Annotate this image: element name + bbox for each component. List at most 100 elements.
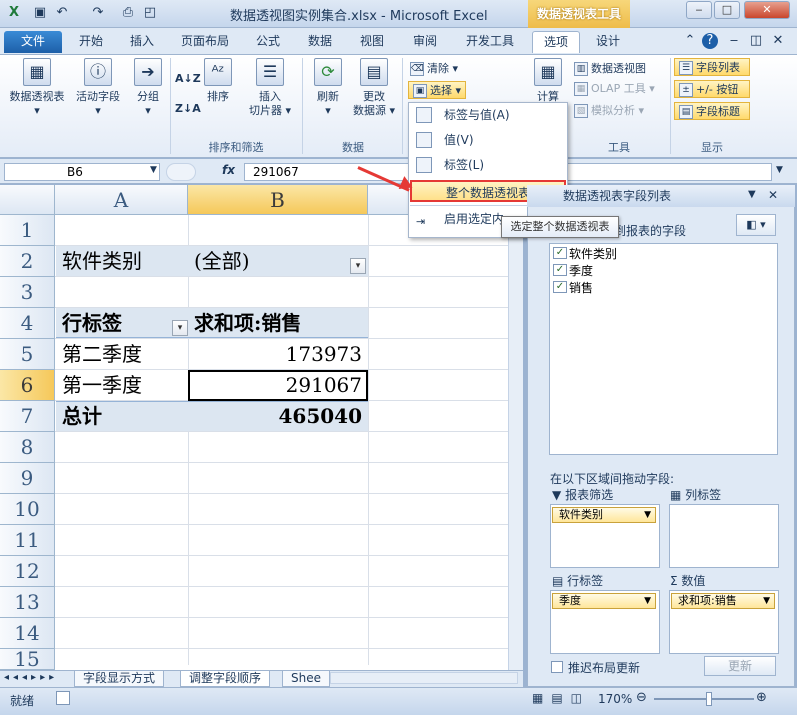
select-all-corner[interactable] xyxy=(0,185,55,215)
chevron-up-icon[interactable]: ⌃ xyxy=(682,33,698,49)
layout-options-button[interactable]: ◧ ▾ xyxy=(736,214,776,236)
group-button[interactable]: ➔ 分组 ▾ xyxy=(128,58,168,118)
undo-icon[interactable]: ↶ xyxy=(54,5,70,21)
excel-logo-icon: X xyxy=(8,5,20,20)
pivot-chart-button[interactable]: ▥ 数据透视图 xyxy=(574,60,646,78)
zoom-slider-thumb[interactable] xyxy=(706,692,712,706)
row-header-14[interactable]: 14 xyxy=(0,618,55,649)
tab-review[interactable]: 审阅 xyxy=(400,31,450,53)
name-box[interactable]: B6 xyxy=(4,163,160,181)
checkbox-quarter[interactable]: ✓ xyxy=(553,264,567,276)
row-labels-dropdown-button[interactable]: ▾ xyxy=(172,320,188,336)
zoom-out-icon[interactable]: ⊖ xyxy=(636,690,647,705)
field-quarter[interactable]: 季度 xyxy=(569,262,593,279)
formula-expand-icon[interactable]: ▼ xyxy=(776,165,783,175)
plus-minus-buttons-toggle[interactable]: ± +/- 按钮 xyxy=(674,80,750,98)
column-header-b[interactable]: B xyxy=(188,185,368,215)
checkbox-software-category[interactable]: ✓ xyxy=(553,247,567,259)
menu-item-values[interactable]: 值(V) xyxy=(410,129,566,151)
tab-options[interactable]: 选项 xyxy=(532,31,580,53)
pivot-table-button[interactable]: ▦ 数据透视表 ▾ xyxy=(6,58,68,118)
defer-update-checkbox[interactable] xyxy=(551,661,563,673)
pane-close-icon[interactable]: ✕ xyxy=(768,188,778,202)
change-source-button[interactable]: ▤ 更改 数据源 ▾ xyxy=(352,58,396,118)
field-software-category[interactable]: 软件类别 xyxy=(569,245,617,262)
field-headers-toggle[interactable]: ▤ 字段标题 xyxy=(674,102,750,120)
horizontal-scrollbar[interactable] xyxy=(330,672,518,684)
sort-za-button[interactable]: Z↓A xyxy=(175,100,201,118)
row-header-7[interactable]: 7 xyxy=(0,401,55,432)
row-field-chip[interactable]: 季度 ▼ xyxy=(552,593,656,609)
column-labels-area[interactable] xyxy=(669,504,779,568)
close-button[interactable]: ✕ xyxy=(744,1,790,19)
tab-page-layout[interactable]: 页面布局 xyxy=(170,31,240,53)
sheet-tab[interactable]: Shee xyxy=(282,671,330,687)
menu-item-labels-and-values[interactable]: 标签与值(A) xyxy=(410,104,566,126)
active-field-button[interactable]: ⓘ 活动字段 ▾ xyxy=(72,58,124,118)
row-header-2[interactable]: 2 xyxy=(0,246,55,277)
value-field-chip[interactable]: 求和项:销售 ▼ xyxy=(671,593,775,609)
maximize-button[interactable]: □ xyxy=(714,1,740,19)
olap-tools-button[interactable]: ▦ OLAP 工具 ▾ xyxy=(574,80,655,98)
row-header-4[interactable]: 4 xyxy=(0,308,55,339)
row-header-5[interactable]: 5 xyxy=(0,339,55,370)
save-icon[interactable]: ▣ xyxy=(32,5,48,21)
view-mode-buttons[interactable]: ▦▤◫ xyxy=(532,691,590,705)
zoom-level[interactable]: 170% xyxy=(598,692,632,706)
ribbon-close-icon[interactable]: ✕ xyxy=(770,33,786,49)
column-header-a[interactable]: A xyxy=(55,185,188,215)
zoom-in-icon[interactable]: ⊕ xyxy=(756,690,767,705)
sheet-tab-active[interactable]: 调整字段顺序 xyxy=(180,671,271,687)
pane-options-dropdown-icon[interactable]: ▼ xyxy=(748,189,756,200)
filter-field-chip[interactable]: 软件类别 ▼ xyxy=(552,507,656,523)
vertical-scrollbar[interactable] xyxy=(508,215,523,670)
insert-function-icon[interactable]: fx xyxy=(222,163,235,177)
update-button[interactable]: 更新 xyxy=(704,656,776,676)
what-if-button[interactable]: ▧ 模拟分析 ▾ xyxy=(574,102,644,120)
help-icon[interactable]: ? xyxy=(702,33,718,49)
insert-slicer-button[interactable]: ☰ 插入 切片器 ▾ xyxy=(244,58,296,118)
tab-data[interactable]: 数据 xyxy=(296,31,344,53)
row-header-11[interactable]: 11 xyxy=(0,525,55,556)
zoom-slider-track[interactable] xyxy=(654,698,754,700)
formula-bar-expand-handle[interactable] xyxy=(166,163,196,181)
checkbox-sales[interactable]: ✓ xyxy=(553,281,567,293)
row-header-6[interactable]: 6 xyxy=(0,370,55,401)
clear-button[interactable]: ⌫ 清除 ▾ xyxy=(410,60,458,78)
sort-button[interactable]: ᴬᶻ 排序 xyxy=(200,58,236,104)
tab-formulas[interactable]: 公式 xyxy=(246,31,290,53)
redo-icon[interactable]: ↷ xyxy=(90,5,106,21)
tab-home[interactable]: 开始 xyxy=(66,31,116,53)
filter-dropdown-button[interactable]: ▾ xyxy=(350,258,366,274)
tab-design[interactable]: 设计 xyxy=(584,31,632,53)
sort-az-button[interactable]: A↓Z xyxy=(175,70,201,88)
row-header-8[interactable]: 8 xyxy=(0,432,55,463)
select-button[interactable]: ▣ 选择 ▾ xyxy=(408,81,467,99)
row-header-3[interactable]: 3 xyxy=(0,277,55,308)
ribbon-minimize-icon[interactable]: ‒ xyxy=(726,33,742,49)
print-icon[interactable]: ⎙ xyxy=(120,5,136,21)
refresh-button[interactable]: ⟳ 刷新 ▾ xyxy=(306,58,350,118)
field-list-toggle[interactable]: ☰ 字段列表 xyxy=(674,58,750,76)
tab-file[interactable]: 文件 xyxy=(4,31,62,53)
sheet-nav-arrows-icon[interactable]: ◂◂◂▸▸▸ xyxy=(4,672,58,683)
calculations-button[interactable]: ▦ 计算 xyxy=(530,58,566,104)
macro-record-icon[interactable] xyxy=(56,691,70,705)
ribbon-separator xyxy=(302,58,303,154)
row-header-15[interactable]: 15 xyxy=(0,649,55,670)
sheet-tab[interactable]: 字段显示方式 xyxy=(74,671,165,687)
row-header-9[interactable]: 9 xyxy=(0,463,55,494)
ribbon-restore-icon[interactable]: ◫ xyxy=(748,33,764,49)
name-box-dropdown-icon[interactable]: ▼ xyxy=(150,165,157,175)
tab-insert[interactable]: 插入 xyxy=(118,31,166,53)
menu-item-labels[interactable]: 标签(L) xyxy=(410,154,566,176)
tab-developer[interactable]: 开发工具 xyxy=(454,31,526,53)
row-header-12[interactable]: 12 xyxy=(0,556,55,587)
row-header-13[interactable]: 13 xyxy=(0,587,55,618)
print-preview-icon[interactable]: ◰ xyxy=(142,5,158,21)
minimize-button[interactable]: ‒ xyxy=(686,1,712,19)
row-header-10[interactable]: 10 xyxy=(0,494,55,525)
tab-view[interactable]: 视图 xyxy=(348,31,396,53)
row-header-1[interactable]: 1 xyxy=(0,215,55,246)
field-sales[interactable]: 销售 xyxy=(569,279,593,296)
